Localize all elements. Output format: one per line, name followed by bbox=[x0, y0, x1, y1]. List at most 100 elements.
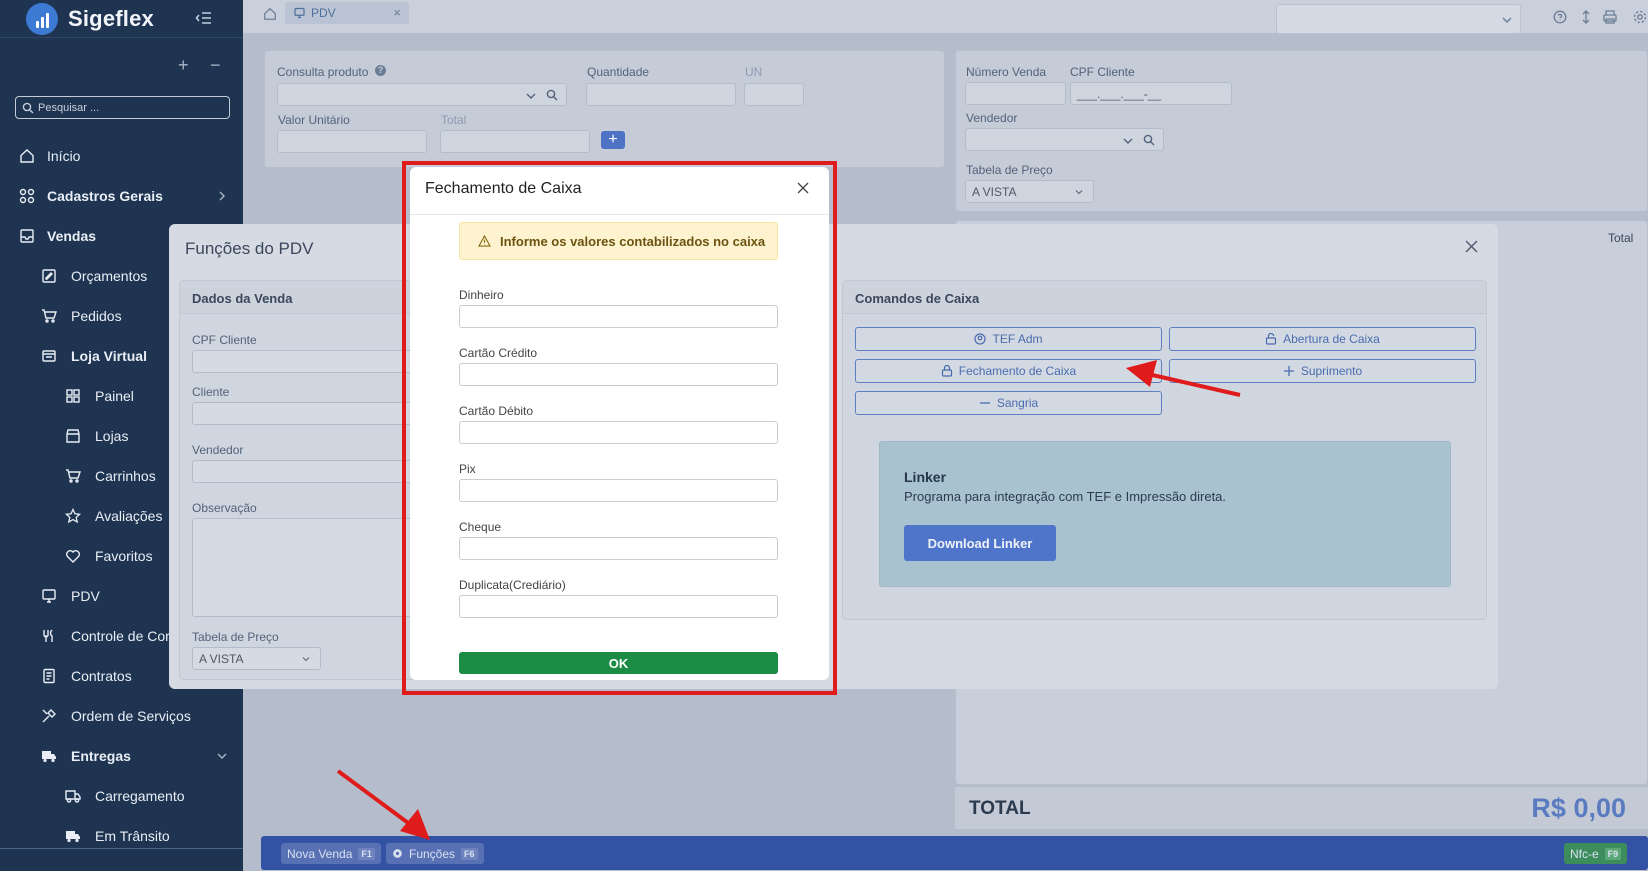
sidebar-item-carregamento[interactable]: Carregamento bbox=[0, 777, 243, 815]
sidebar-search-input[interactable]: Pesquisar ... bbox=[15, 96, 230, 119]
tabela-preco-select[interactable]: A VISTA bbox=[192, 647, 321, 670]
observacao-label: Observação bbox=[192, 501, 257, 515]
fullscreen-icon[interactable] bbox=[1581, 10, 1591, 24]
collapse-all-icon[interactable]: − bbox=[210, 55, 221, 76]
company-select[interactable] bbox=[1276, 4, 1521, 34]
settings-icon[interactable] bbox=[1633, 10, 1647, 24]
tabela-preco-value: A VISTA bbox=[199, 651, 244, 666]
consulta-produto-input[interactable] bbox=[277, 83, 567, 106]
printer-icon[interactable] bbox=[1602, 10, 1618, 24]
dashboard-icon bbox=[66, 389, 80, 403]
vendedor-label: Vendedor bbox=[192, 443, 244, 457]
sidebar-item-label: Carrinhos bbox=[95, 468, 156, 484]
truck-icon bbox=[66, 831, 80, 843]
sidebar-item-label: Ordem de Serviços bbox=[71, 708, 191, 724]
tab-pdv[interactable]: PDV × bbox=[285, 2, 409, 24]
modal-title: Funções do PDV bbox=[185, 239, 314, 258]
pix-label: Pix bbox=[459, 462, 476, 476]
fechamento-caixa-modal: Fechamento de Caixa Informe os valores c… bbox=[410, 167, 829, 680]
nfce-shortcut: F9 bbox=[1604, 847, 1622, 860]
chevron-down-icon bbox=[302, 657, 310, 662]
cpf-cliente-label: CPF Cliente bbox=[1070, 65, 1135, 79]
cpf-mask: ___.___.___-__ bbox=[1077, 86, 1162, 101]
download-linker-button[interactable]: Download Linker bbox=[904, 525, 1056, 561]
funcoes-label: Funções bbox=[409, 846, 456, 861]
valor-unitario-input[interactable] bbox=[277, 130, 427, 153]
warning-icon bbox=[478, 235, 491, 247]
sidebar-item-label: Contratos bbox=[71, 668, 132, 684]
cartao-credito-input[interactable] bbox=[459, 363, 778, 386]
duplicata-label: Duplicata(Crediário) bbox=[459, 578, 566, 592]
total-label: TOTAL bbox=[969, 798, 1031, 819]
sidebar-item-label: Pedidos bbox=[71, 308, 122, 324]
tabela-preco-label: Tabela de Preço bbox=[192, 630, 279, 644]
close-icon[interactable] bbox=[1465, 240, 1478, 253]
duplicata-input[interactable] bbox=[459, 595, 778, 618]
chevron-right-icon bbox=[219, 191, 225, 201]
dados-venda-title: Dados da Venda bbox=[180, 281, 438, 314]
user-profile[interactable] bbox=[0, 848, 243, 871]
abertura-caixa-button[interactable]: Abertura de Caixa bbox=[1169, 327, 1476, 351]
sangria-button[interactable]: Sangria bbox=[855, 391, 1162, 415]
monitor-icon bbox=[294, 7, 305, 19]
info-icon: ? bbox=[375, 65, 386, 76]
tef-adm-label: TEF Adm bbox=[992, 332, 1043, 346]
cpf-cliente-input[interactable]: ___.___.___-__ bbox=[1070, 82, 1232, 105]
tef-adm-button[interactable]: TEF Adm bbox=[855, 327, 1162, 351]
vendedor-select[interactable] bbox=[965, 128, 1164, 151]
cartao-credito-label: Cartão Crédito bbox=[459, 346, 538, 360]
user-circle-icon bbox=[974, 333, 987, 345]
items-total-header: Total bbox=[1608, 231, 1634, 245]
bottom-action-bar: Nova Venda F1 Funções F6 Nfc-e F9 bbox=[261, 836, 1648, 870]
nfce-button[interactable]: Nfc-e F9 bbox=[1564, 843, 1628, 864]
collapse-menu-icon[interactable] bbox=[195, 9, 213, 27]
pix-input[interactable] bbox=[459, 479, 778, 502]
un-input bbox=[744, 83, 804, 106]
utensils-icon bbox=[43, 629, 53, 642]
chevron-down-icon bbox=[1123, 138, 1133, 144]
inbox-icon bbox=[20, 229, 34, 243]
home-tab-icon[interactable] bbox=[263, 7, 277, 21]
linker-description: Programa para integração com TEF e Impre… bbox=[904, 489, 1227, 504]
logo-icon bbox=[26, 2, 58, 35]
dados-venda-panel: Dados da Venda CPF Cliente Cliente Vende… bbox=[179, 280, 440, 680]
nfce-label: Nfc-e bbox=[1570, 846, 1599, 861]
app-name: Sigeflex bbox=[68, 5, 154, 31]
fechamento-caixa-button[interactable]: Fechamento de Caixa bbox=[855, 359, 1162, 383]
plus-icon bbox=[1283, 366, 1294, 376]
nova-venda-shortcut: F1 bbox=[358, 847, 375, 860]
sidebar-item-inicio[interactable]: Início bbox=[0, 137, 243, 175]
suprimento-button[interactable]: Suprimento bbox=[1169, 359, 1476, 383]
edit-icon bbox=[42, 269, 56, 283]
store-icon bbox=[42, 350, 56, 362]
sidebar-item-ordem-servicos[interactable]: Ordem de Serviços bbox=[0, 697, 243, 735]
numero-venda-label: Número Venda bbox=[966, 65, 1047, 79]
help-icon[interactable] bbox=[1553, 10, 1567, 24]
tools-icon bbox=[42, 709, 56, 723]
close-tab-icon[interactable]: × bbox=[393, 5, 401, 20]
nova-venda-button[interactable]: Nova Venda F1 bbox=[281, 843, 381, 864]
funcoes-button[interactable]: Funções F6 bbox=[386, 843, 484, 864]
expand-all-icon[interactable]: + bbox=[178, 55, 189, 76]
sidebar-item-label: Painel bbox=[95, 388, 134, 404]
sidebar-item-entregas[interactable]: Entregas bbox=[0, 737, 243, 775]
tab-label: PDV bbox=[311, 6, 336, 20]
numero-venda-input[interactable] bbox=[965, 82, 1066, 105]
cheque-input[interactable] bbox=[459, 537, 778, 560]
close-icon[interactable] bbox=[797, 182, 809, 194]
product-panel: Consulta produto ? Quantidade UN Valor U… bbox=[264, 50, 945, 168]
ok-button[interactable]: OK bbox=[459, 652, 778, 674]
total-input bbox=[440, 130, 590, 153]
dinheiro-input[interactable] bbox=[459, 305, 778, 328]
sidebar-item-label: Início bbox=[47, 148, 81, 164]
add-item-button[interactable]: + bbox=[601, 131, 625, 149]
sidebar-item-cadastros-gerais[interactable]: Cadastros Gerais bbox=[0, 177, 243, 215]
funcoes-shortcut: F6 bbox=[461, 847, 478, 860]
tabela-preco-select[interactable]: A VISTA bbox=[965, 180, 1094, 203]
cartao-debito-input[interactable] bbox=[459, 421, 778, 444]
cliente-label: Cliente bbox=[192, 385, 230, 399]
cart-icon bbox=[42, 309, 57, 323]
tabela-preco-label: Tabela de Preço bbox=[966, 163, 1053, 177]
linker-info-box: Linker Programa para integração com TEF … bbox=[879, 441, 1451, 587]
quantidade-input[interactable] bbox=[586, 83, 736, 106]
